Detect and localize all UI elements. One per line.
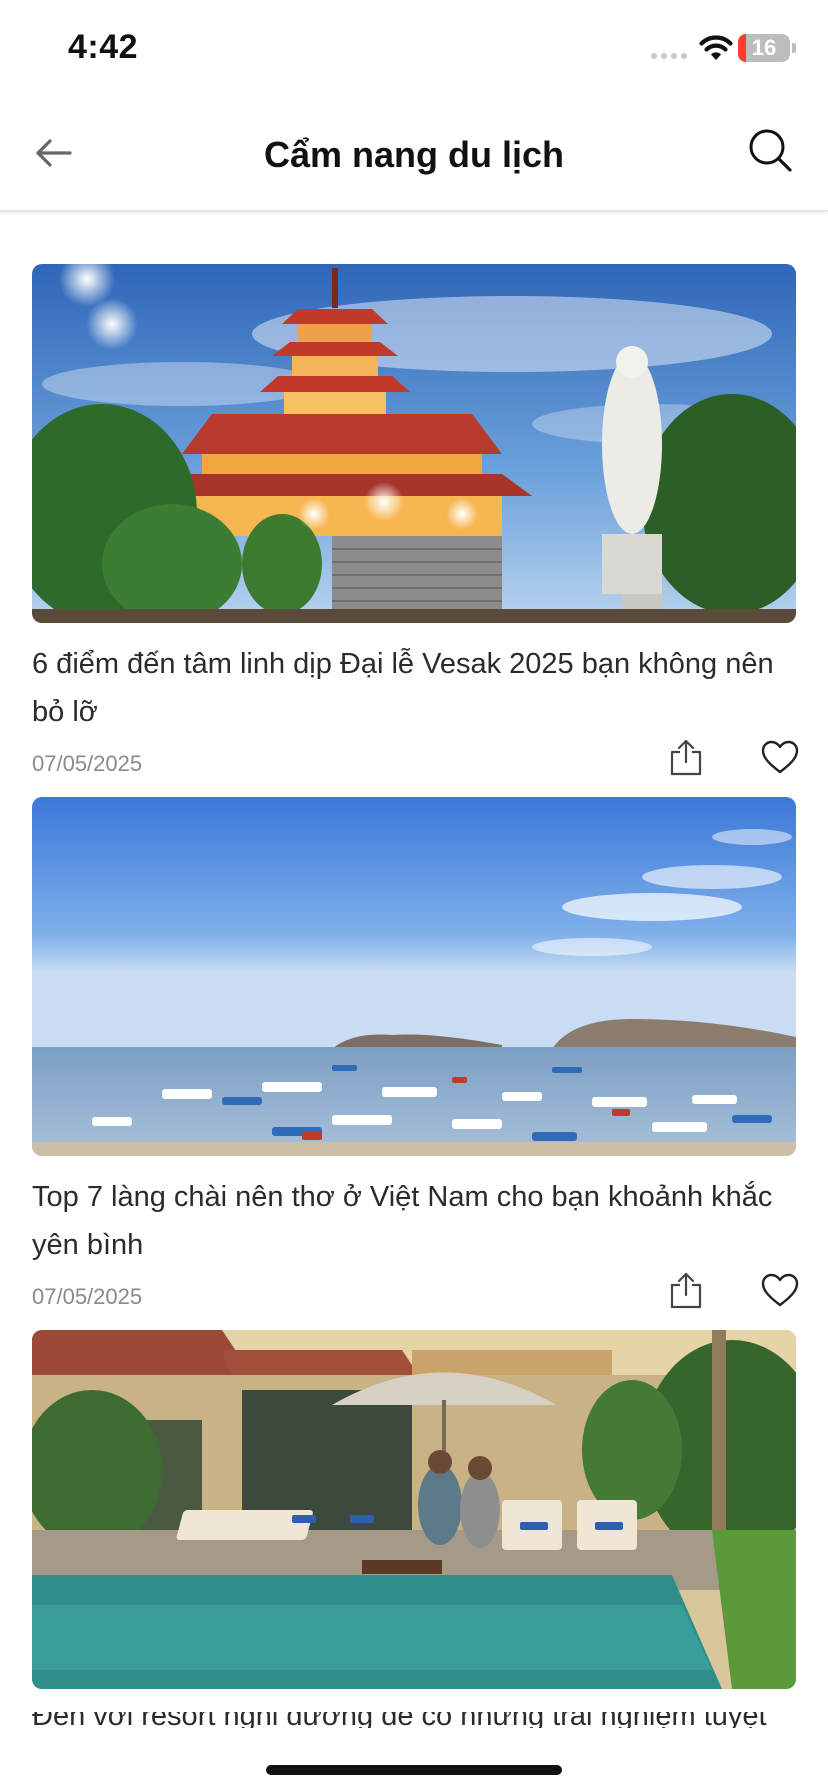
battery-icon: 16	[738, 34, 790, 62]
article-title[interactable]: Đến với resort nghỉ dưỡng để có những tr…	[32, 1712, 767, 1728]
article-date: 07/05/2025	[32, 1284, 143, 1309]
home-indicator[interactable]	[266, 1765, 562, 1775]
article-title-partial[interactable]: Đến với resort nghỉ dưỡng để có những tr…	[32, 1712, 796, 1728]
search-icon[interactable]	[744, 124, 796, 176]
battery-level: 16	[751, 35, 777, 60]
resort-pool-couple-photo[interactable]	[32, 1330, 796, 1689]
status-time: 4:42	[68, 28, 139, 66]
wifi-icon	[699, 35, 733, 60]
share-icon[interactable]	[666, 1271, 706, 1311]
page-title: Cẩm nang du lịch	[263, 134, 565, 175]
battery-tip	[792, 43, 796, 53]
pagoda-and-buddha-statue-photo[interactable]	[32, 264, 796, 623]
fishing-village-boats-photo[interactable]	[32, 797, 796, 1156]
share-icon[interactable]	[666, 738, 706, 778]
app-header: Cẩm nang du lịch	[0, 100, 828, 212]
heart-icon[interactable]	[760, 1271, 800, 1311]
article-card[interactable]: Top 7 làng chài nên thơ ở Việt Nam cho b…	[32, 797, 799, 1330]
cellular-signal-icon	[651, 53, 687, 59]
article-title[interactable]: Top 7 làng chài nên thơ ở Việt Nam cho b…	[32, 1173, 796, 1269]
article-list: 6 điểm đến tâm linh dịp Đại lễ Vesak 202…	[32, 264, 799, 1792]
article-title[interactable]: 6 điểm đến tâm linh dịp Đại lễ Vesak 202…	[32, 640, 796, 736]
article-card[interactable]: 6 điểm đến tâm linh dịp Đại lễ Vesak 202…	[32, 264, 799, 797]
article-date: 07/05/2025	[32, 751, 143, 776]
heart-icon[interactable]	[760, 738, 800, 778]
status-bar: 4:42 16	[0, 0, 828, 100]
